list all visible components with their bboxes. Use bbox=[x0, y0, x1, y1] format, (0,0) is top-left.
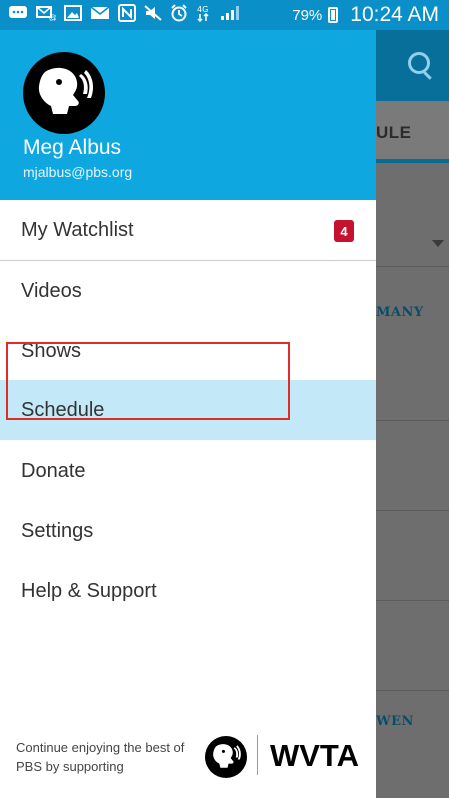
background-toolbar bbox=[376, 30, 449, 101]
image-icon bbox=[64, 5, 82, 25]
divider bbox=[376, 266, 449, 267]
menu-item-label: Help & Support bbox=[21, 579, 157, 602]
background-tabs: ULE bbox=[376, 101, 449, 163]
dropdown-arrow-icon bbox=[432, 240, 444, 247]
mail-at-icon: @ bbox=[36, 5, 57, 25]
battery-percent: 79% bbox=[292, 6, 323, 24]
svg-text:4G: 4G bbox=[197, 5, 208, 14]
support-message: Continue enjoying the best of PBS by sup… bbox=[16, 740, 185, 774]
email-icon bbox=[90, 5, 110, 25]
divider bbox=[376, 420, 449, 421]
svg-text:@: @ bbox=[49, 13, 56, 21]
background-listing-text: MANY bbox=[376, 305, 424, 320]
station-name[interactable]: WVTA bbox=[270, 738, 359, 774]
nfc-icon bbox=[118, 4, 136, 26]
pbs-logo-avatar[interactable] bbox=[23, 52, 105, 134]
menu-item-my-watchlist[interactable]: My Watchlist 4 bbox=[0, 200, 376, 260]
divider bbox=[376, 690, 449, 691]
divider bbox=[376, 600, 449, 601]
menu-item-donate[interactable]: Donate bbox=[0, 441, 376, 501]
pbs-footer-logo[interactable] bbox=[205, 736, 247, 778]
highlight-box bbox=[6, 342, 290, 420]
user-email: mjalbus@pbs.org bbox=[23, 164, 133, 180]
signal-icon bbox=[220, 5, 240, 25]
search-icon bbox=[408, 52, 430, 74]
pbs-logo-icon bbox=[213, 744, 241, 768]
menu-item-label: Donate bbox=[21, 459, 86, 482]
alarm-icon bbox=[170, 4, 188, 26]
menu-item-videos[interactable]: Videos bbox=[0, 261, 376, 321]
battery-icon bbox=[328, 7, 339, 23]
watchlist-count-badge: 4 bbox=[334, 220, 354, 242]
status-bar: @ 4G 79% 10:24 AM bbox=[0, 0, 449, 30]
notification-icons: @ 4G bbox=[8, 4, 292, 26]
divider bbox=[376, 510, 449, 511]
menu-item-label: My Watchlist bbox=[21, 218, 134, 241]
pbs-logo-icon bbox=[38, 67, 94, 114]
clock: 10:24 AM bbox=[350, 3, 439, 26]
menu-item-help-support[interactable]: Help & Support bbox=[0, 561, 376, 621]
message-icon bbox=[8, 5, 28, 25]
footer-separator bbox=[257, 735, 258, 775]
drawer-header: Meg Albus mjalbus@pbs.org bbox=[0, 30, 376, 200]
mute-icon bbox=[144, 5, 162, 25]
menu-item-settings[interactable]: Settings bbox=[0, 501, 376, 561]
tab-indicator bbox=[376, 159, 449, 163]
tab-schedule-partial: ULE bbox=[376, 123, 412, 142]
background-listing-text: WEN bbox=[376, 714, 414, 729]
menu-item-label: Videos bbox=[21, 279, 82, 302]
network-4g-icon: 4G bbox=[196, 4, 212, 26]
menu-item-label: Settings bbox=[21, 519, 94, 542]
background-app: ULE MANY WEN bbox=[376, 30, 449, 798]
user-name: Meg Albus bbox=[23, 136, 122, 159]
